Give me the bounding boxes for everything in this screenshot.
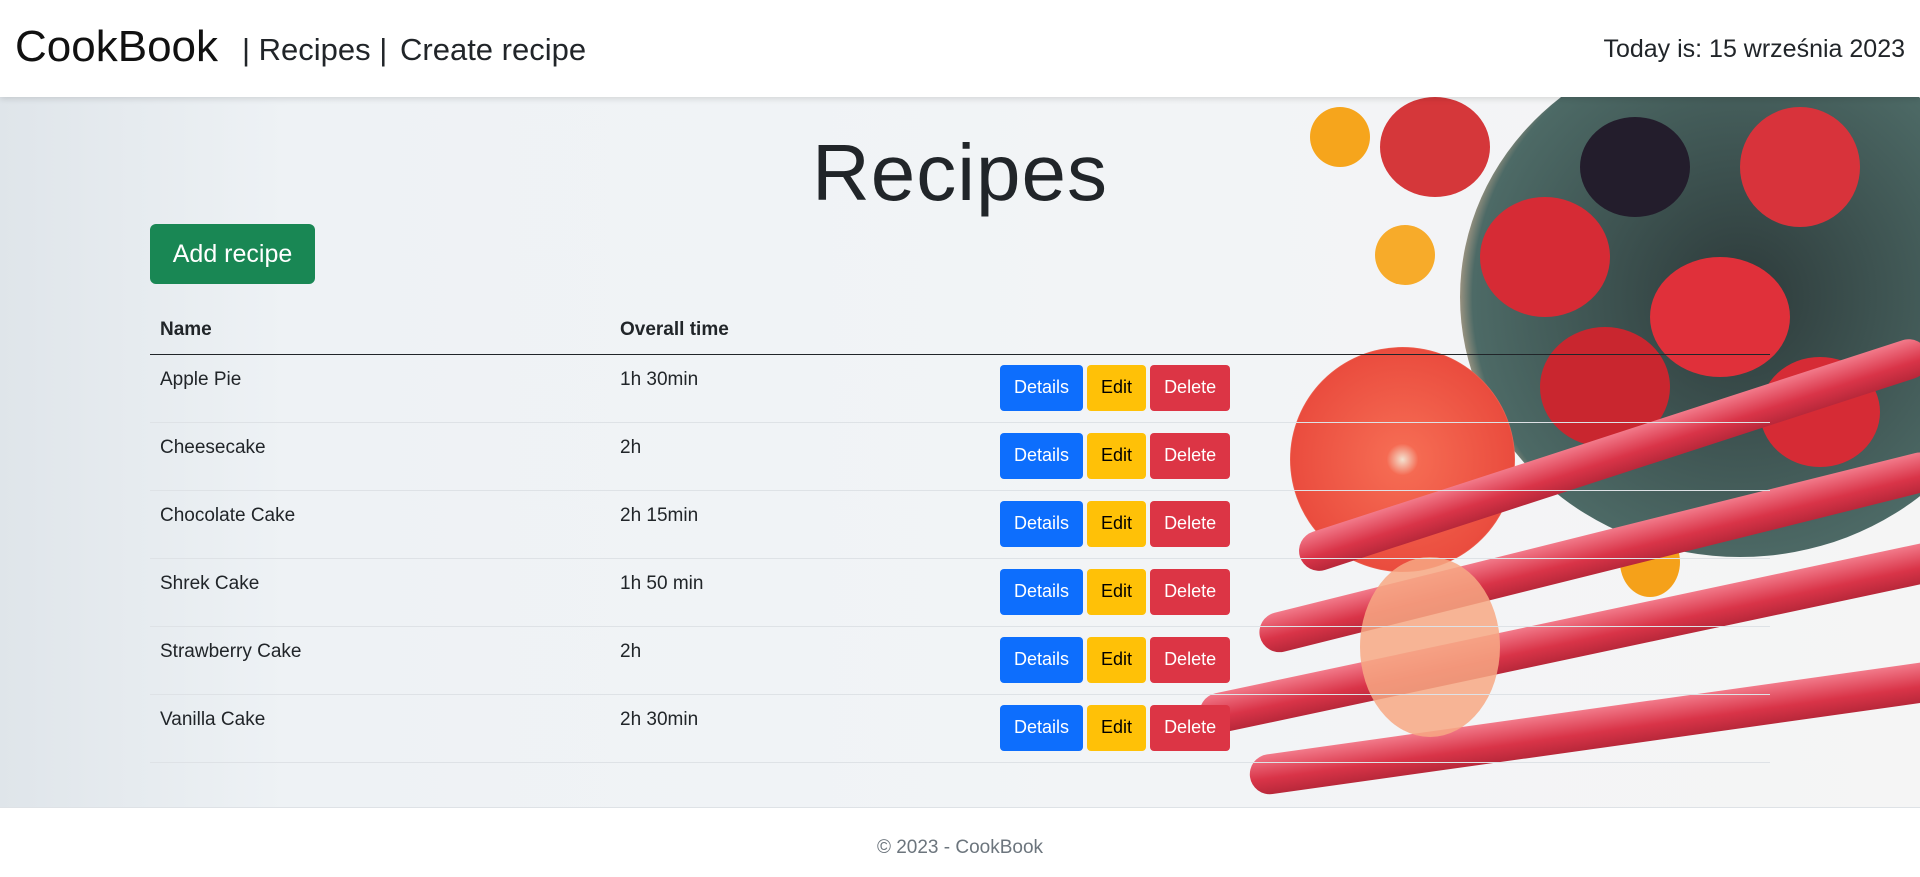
- row-actions: Details Edit Delete: [990, 558, 1770, 627]
- table-row: Strawberry Cake 2h Details Edit Delete: [150, 626, 1770, 695]
- table-row: Apple Pie 1h 30min Details Edit Delete: [150, 354, 1770, 423]
- page-title: Recipes: [811, 128, 1109, 217]
- row-actions: Details Edit Delete: [990, 490, 1770, 559]
- nav-recipes-link[interactable]: | Recipes |: [242, 32, 387, 68]
- recipe-time: 2h 30min: [610, 694, 990, 763]
- row-actions: Details Edit Delete: [990, 694, 1770, 763]
- edit-button[interactable]: Edit: [1087, 500, 1147, 547]
- footer-copyright: © 2023 - CookBook: [876, 837, 1044, 858]
- recipe-time: 2h: [610, 422, 990, 491]
- column-header-time: Overall time: [610, 307, 990, 355]
- row-actions: Details Edit Delete: [990, 422, 1770, 491]
- details-button[interactable]: Details: [1000, 364, 1084, 411]
- details-button[interactable]: Details: [1000, 500, 1084, 547]
- recipe-name: Shrek Cake: [150, 558, 610, 627]
- table-header-row: Name Overall time: [150, 307, 1770, 355]
- edit-button[interactable]: Edit: [1087, 568, 1147, 615]
- delete-button[interactable]: Delete: [1150, 568, 1231, 615]
- details-button[interactable]: Details: [1000, 704, 1084, 751]
- details-button[interactable]: Details: [1000, 636, 1084, 683]
- recipe-name: Chocolate Cake: [150, 490, 610, 559]
- column-header-name: Name: [150, 307, 610, 355]
- table-row: Vanilla Cake 2h 30min Details Edit Delete: [150, 694, 1770, 763]
- today-date: Today is: 15 września 2023: [1603, 35, 1905, 63]
- details-button[interactable]: Details: [1000, 568, 1084, 615]
- nav-create-recipe-link[interactable]: Create recipe: [400, 32, 586, 68]
- edit-button[interactable]: Edit: [1087, 704, 1147, 751]
- table-row: Chocolate Cake 2h 15min Details Edit Delet…: [150, 490, 1770, 559]
- edit-button[interactable]: Edit: [1087, 364, 1147, 411]
- recipe-name: Apple Pie: [150, 354, 610, 423]
- recipe-time: 2h 15min: [610, 490, 990, 559]
- recipe-name: Strawberry Cake: [150, 626, 610, 695]
- column-header-actions: [990, 307, 1770, 355]
- delete-button[interactable]: Delete: [1150, 704, 1231, 751]
- delete-button[interactable]: Delete: [1150, 432, 1231, 479]
- delete-button[interactable]: Delete: [1150, 364, 1231, 411]
- recipes-table: Name Overall time Apple Pie 1h 30min Det…: [150, 307, 1770, 763]
- recipe-name: Cheesecake: [150, 422, 610, 491]
- recipe-time: 2h: [610, 626, 990, 695]
- recipe-name: Vanilla Cake: [150, 694, 610, 763]
- footer: © 2023 - CookBook: [0, 807, 1920, 877]
- brand-link[interactable]: CookBook: [15, 22, 218, 72]
- edit-button[interactable]: Edit: [1087, 636, 1147, 683]
- hero-background: Recipes Add recipe Name Overall time App…: [0, 97, 1920, 807]
- row-actions: Details Edit Delete: [990, 626, 1770, 695]
- table-row: Shrek Cake 1h 50 min Details Edit Delete: [150, 558, 1770, 627]
- recipe-time: 1h 50 min: [610, 558, 990, 627]
- delete-button[interactable]: Delete: [1150, 636, 1231, 683]
- delete-button[interactable]: Delete: [1150, 500, 1231, 547]
- recipe-time: 1h 30min: [610, 354, 990, 423]
- add-recipe-button[interactable]: Add recipe: [150, 224, 315, 284]
- row-actions: Details Edit Delete: [990, 354, 1770, 423]
- details-button[interactable]: Details: [1000, 432, 1084, 479]
- navbar: CookBook | Recipes | Create recipe Today…: [0, 0, 1920, 97]
- table-row: Cheesecake 2h Details Edit Delete: [150, 422, 1770, 491]
- edit-button[interactable]: Edit: [1087, 432, 1147, 479]
